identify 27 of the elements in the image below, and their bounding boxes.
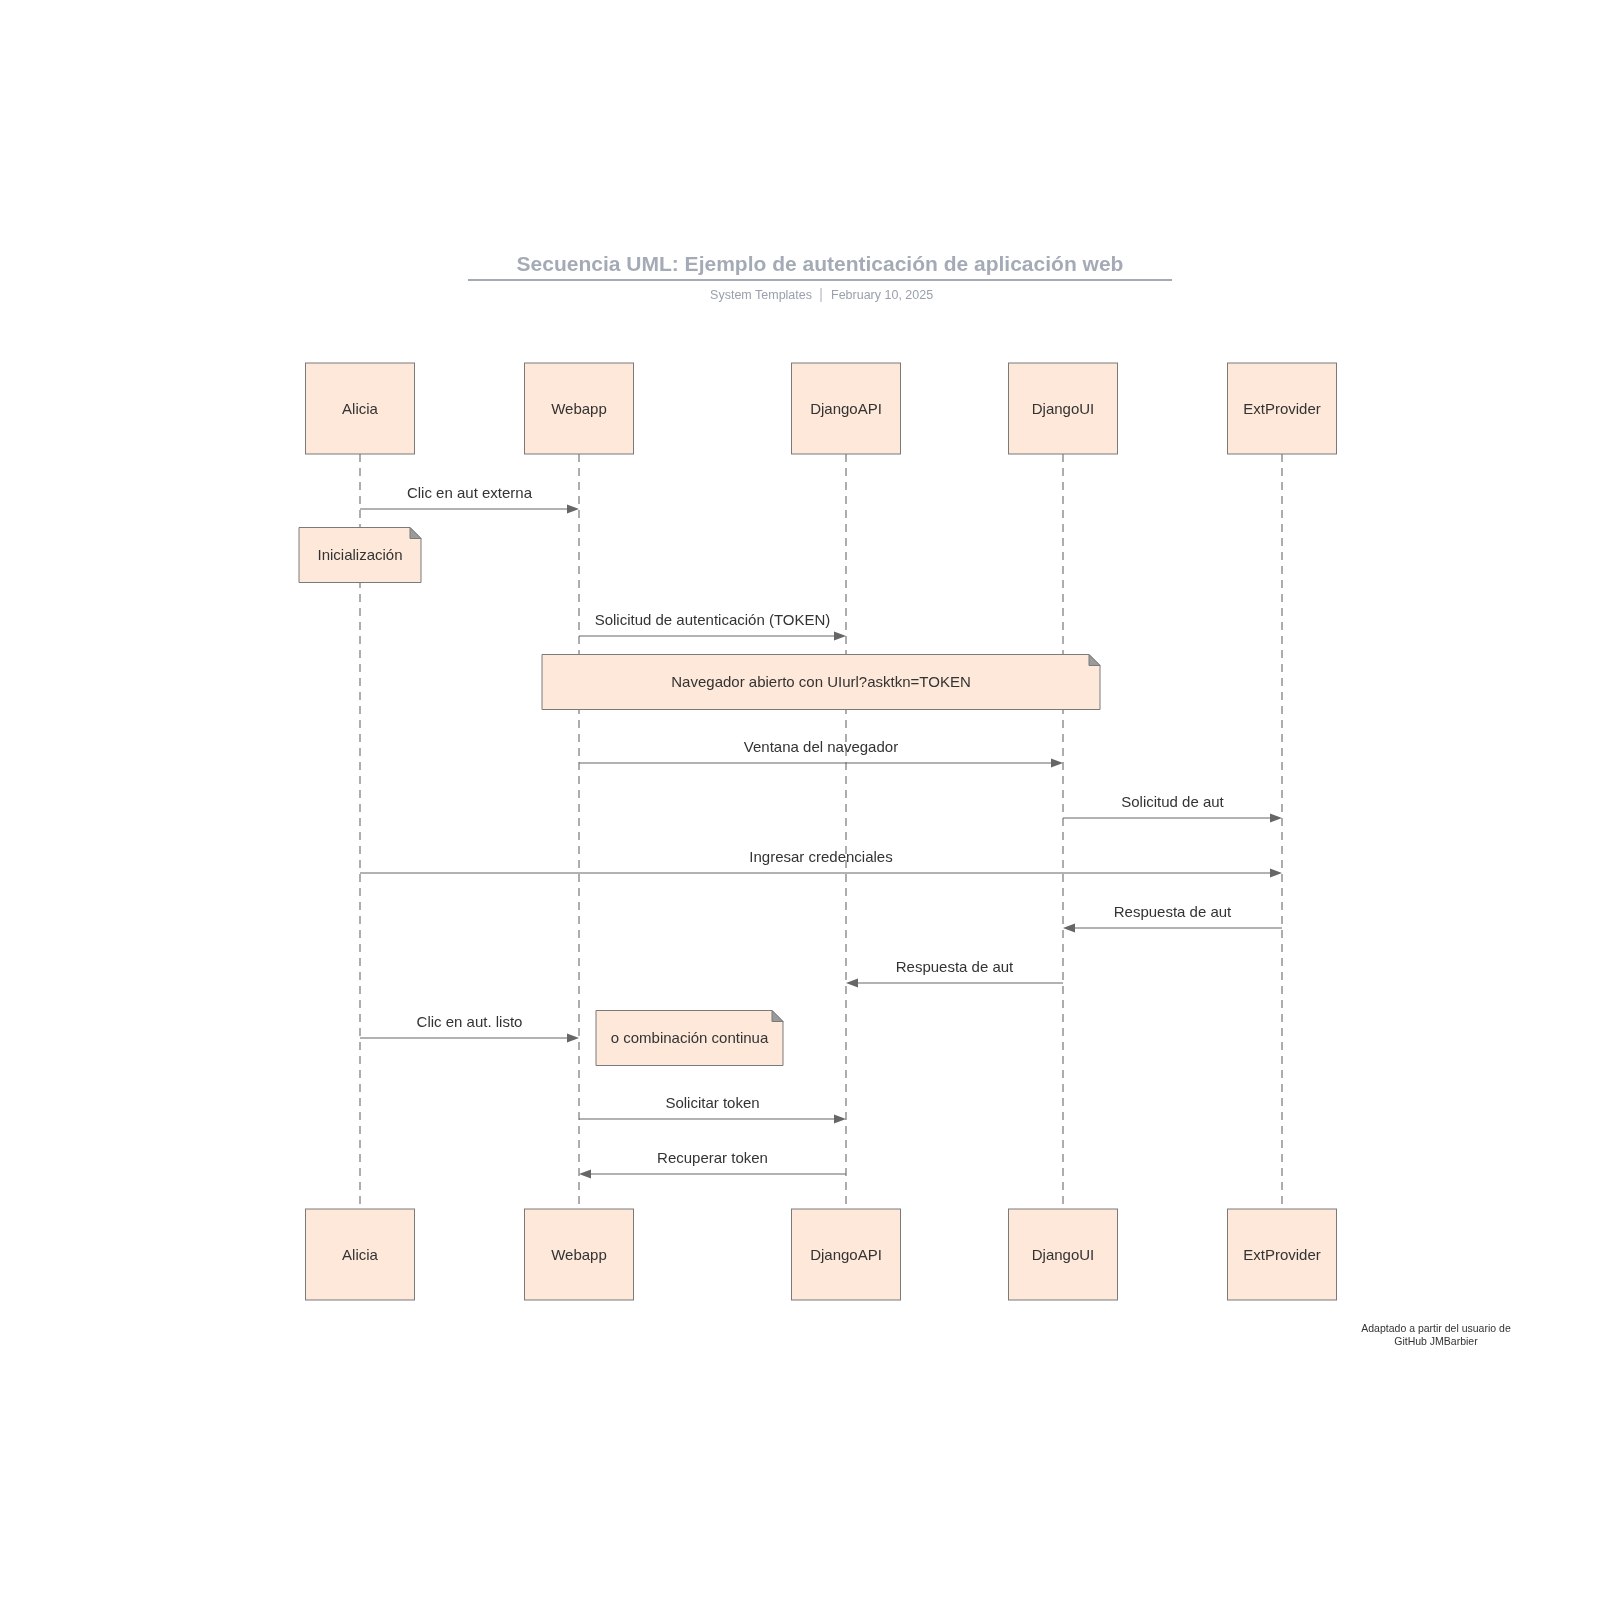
note[interactable]: Inicialización xyxy=(298,527,422,583)
participant-box[interactable]: Webapp xyxy=(524,362,634,455)
message-label: Recuperar token xyxy=(657,1149,768,1166)
participant-box[interactable]: DjangoAPI xyxy=(791,1208,901,1301)
participant-box[interactable]: Webapp xyxy=(524,1208,634,1301)
message-label: Respuesta de aut xyxy=(895,958,1014,975)
participant-box[interactable]: Alicia xyxy=(305,1208,415,1301)
message-label: Solicitud de aut xyxy=(1121,793,1224,810)
message-label: Clic en aut. listo xyxy=(416,1013,523,1030)
source-text: System Templates xyxy=(710,288,812,302)
participant-box[interactable]: DjangoUI xyxy=(1008,1208,1118,1301)
note[interactable]: Navegador abierto con UIurl?asktkn=TOKEN xyxy=(541,654,1101,710)
participant-box[interactable]: Alicia xyxy=(305,362,415,455)
participant-box[interactable]: ExtProvider xyxy=(1227,1208,1337,1301)
participant-box[interactable]: ExtProvider xyxy=(1227,362,1337,455)
date-text: February 10, 2025 xyxy=(831,288,934,302)
participant-box[interactable]: DjangoUI xyxy=(1008,362,1118,455)
note[interactable]: o combinación continua xyxy=(595,1010,784,1066)
message-label: Respuesta de aut xyxy=(1113,903,1232,920)
message-label: Ventana del navegador xyxy=(743,738,899,755)
participant-box[interactable]: DjangoAPI xyxy=(791,362,901,455)
message-label: Clic en aut externa xyxy=(406,484,533,501)
attribution-text: Adaptado a partir del usuario de GitHub JMBarbier xyxy=(1361,1322,1511,1347)
message-label: Ingresar credenciales xyxy=(749,848,893,865)
message-label: Solicitud de autenticación (TOKEN) xyxy=(594,611,831,628)
diagram-title: Secuencia UML: Ejemplo de autenticación de aplicación web xyxy=(516,252,1124,275)
message-label: Solicitar token xyxy=(665,1094,760,1111)
